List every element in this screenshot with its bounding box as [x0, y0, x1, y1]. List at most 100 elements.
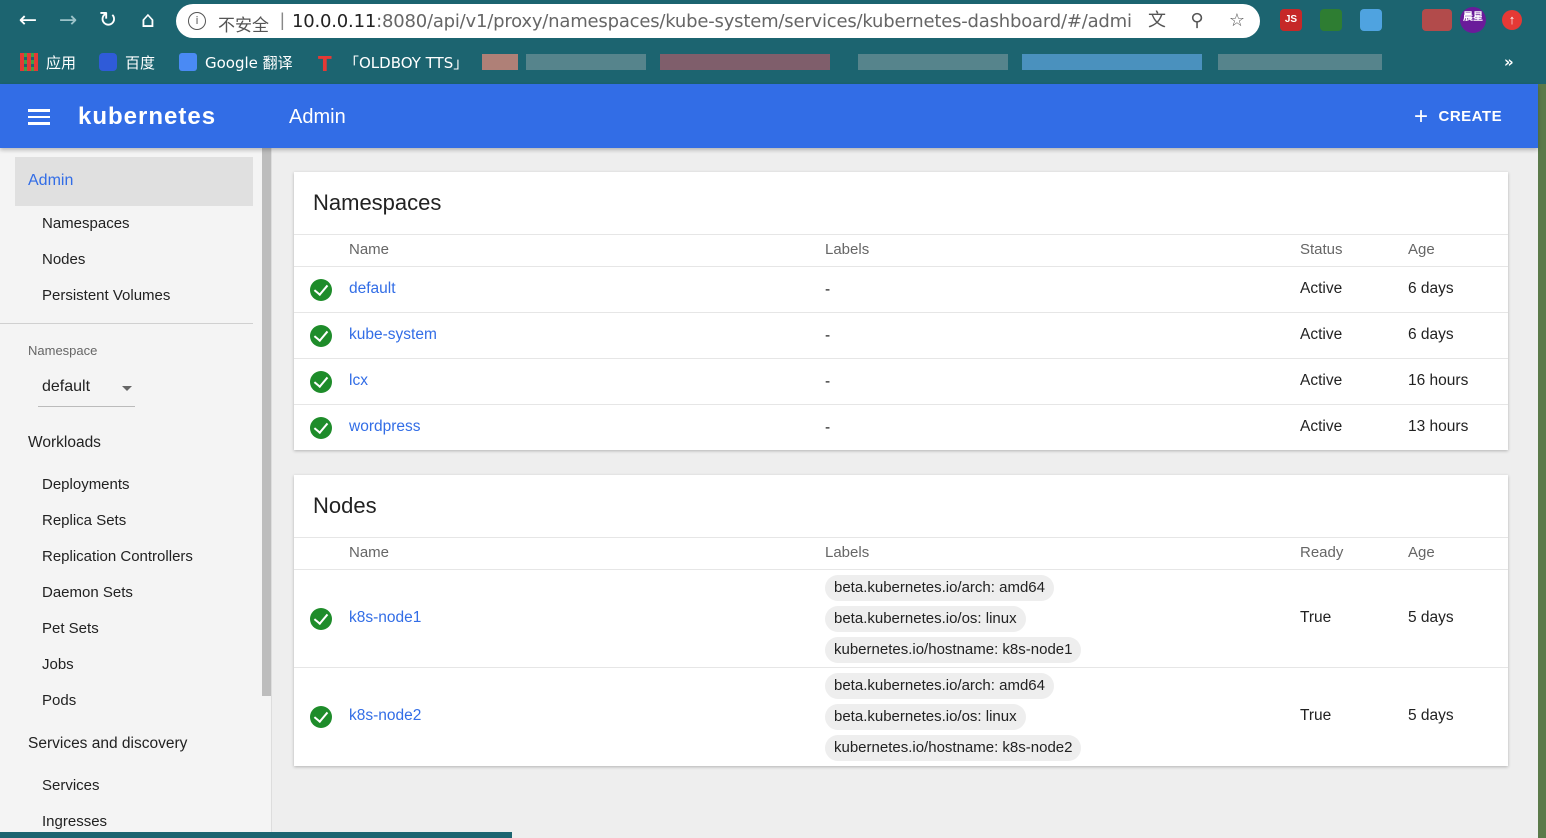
app-bar: kubernetes Admin + CREATE: [0, 84, 1538, 148]
ready-cell: True: [1300, 707, 1332, 724]
google-translate-icon: [179, 53, 197, 71]
security-label: 不安全: [218, 16, 269, 36]
node-link[interactable]: k8s-node2: [349, 707, 421, 725]
sidebar-item-nodes[interactable]: Nodes: [42, 251, 85, 268]
sidebar-item-replication-controllers[interactable]: Replication Controllers: [42, 548, 193, 565]
column-labels: Labels: [825, 544, 870, 561]
status-cell: Active: [1300, 418, 1343, 435]
blurred-bookmark[interactable]: [1218, 54, 1382, 70]
column-ready: Ready: [1300, 544, 1344, 561]
age-cell: 5 days: [1408, 609, 1454, 626]
nodes-title: Nodes: [313, 493, 377, 518]
label-chip: beta.kubernetes.io/os: linux: [825, 704, 1026, 730]
age-cell: 5 days: [1408, 707, 1454, 724]
bookmark-star-icon[interactable]: ☆: [1226, 10, 1248, 32]
extension-icon[interactable]: [1320, 9, 1342, 31]
labels-cell: -: [825, 281, 831, 298]
labels-cell: -: [825, 373, 831, 390]
sidebar-item-namespaces[interactable]: Namespaces: [42, 215, 130, 232]
namespace-link[interactable]: lcx: [349, 372, 368, 390]
address-bar[interactable]: i 不安全 | 10.0.0.11:8080/api/v1/proxy/name…: [176, 4, 1260, 38]
more-bookmarks-icon[interactable]: »: [1504, 52, 1514, 72]
blurred-extension-icon[interactable]: [1422, 9, 1452, 31]
node-link[interactable]: k8s-node1: [349, 609, 421, 627]
ready-cell: True: [1300, 609, 1332, 626]
table-row: k8s-node1 beta.kubernetes.io/arch: amd64…: [294, 570, 1508, 668]
sidebar-head-services[interactable]: Services and discovery: [28, 735, 187, 753]
sidebar-item-replica-sets[interactable]: Replica Sets: [42, 512, 126, 529]
sidebar-scrollbar[interactable]: [262, 148, 271, 696]
table-row: default - Active 6 days: [294, 267, 1508, 313]
label-chip: kubernetes.io/hostname: k8s-node1: [825, 637, 1082, 663]
nodes-card: Nodes Name Labels Ready Age k8s-node1 be…: [294, 475, 1508, 766]
status-check-icon: [310, 417, 332, 439]
bookmark-google-translate[interactable]: Google 翻译: [179, 53, 293, 73]
namespace-select[interactable]: default: [38, 375, 135, 407]
apps-grid-icon: [20, 53, 38, 71]
nodes-header: Name Labels Ready Age: [294, 537, 1508, 570]
column-name: Name: [349, 544, 390, 561]
js-extension-icon[interactable]: JS: [1280, 9, 1302, 31]
column-labels: Labels: [825, 241, 870, 258]
blurred-bookmark[interactable]: [526, 54, 646, 70]
sidebar: Admin Namespaces Nodes Persistent Volume…: [0, 148, 272, 838]
sidebar-item-pet-sets[interactable]: Pet Sets: [42, 620, 99, 637]
labels-cell: -: [825, 327, 831, 344]
status-cell: Active: [1300, 326, 1343, 343]
table-row: kube-system - Active 6 days: [294, 313, 1508, 359]
sidebar-head-workloads[interactable]: Workloads: [28, 434, 101, 452]
translate-icon[interactable]: 文: [1146, 10, 1168, 32]
blurred-bookmark[interactable]: [1022, 54, 1202, 70]
home-icon[interactable]: ⌂: [133, 6, 163, 36]
url-text[interactable]: 10.0.0.11:8080/api/v1/proxy/namespaces/k…: [292, 11, 1132, 32]
namespace-link[interactable]: wordpress: [349, 418, 421, 436]
address-row: ← → ↻ ⌂ i 不安全 | 10.0.0.11:8080/api/v1/pr…: [0, 0, 1546, 42]
status-check-icon: [310, 279, 332, 301]
sidebar-divider: [0, 323, 253, 324]
hamburger-menu-icon[interactable]: [28, 109, 50, 125]
blurred-bookmark[interactable]: [660, 54, 830, 70]
bookmark-baidu[interactable]: 百度: [99, 53, 155, 73]
sidebar-item-admin[interactable]: Admin: [15, 157, 253, 206]
oldboy-icon: T: [318, 52, 332, 76]
namespace-link[interactable]: kube-system: [349, 326, 437, 344]
status-cell: Active: [1300, 372, 1343, 389]
back-arrow-icon[interactable]: ←: [13, 6, 43, 36]
label-chip: beta.kubernetes.io/arch: amd64: [825, 575, 1054, 601]
baidu-icon: [99, 53, 117, 71]
namespaces-title: Namespaces: [313, 190, 442, 215]
bookmark-oldboy[interactable]: T 「OLDBOY TTS」: [318, 52, 468, 76]
sidebar-item-deployments[interactable]: Deployments: [42, 476, 130, 493]
sidebar-item-ingresses[interactable]: Ingresses: [42, 813, 107, 830]
blurred-bookmark[interactable]: [858, 54, 1008, 70]
namespace-label: Namespace: [28, 343, 98, 358]
blurred-bookmark[interactable]: [482, 54, 518, 70]
label-chip: beta.kubernetes.io/os: linux: [825, 606, 1026, 632]
bottom-strip: [0, 832, 512, 838]
status-check-icon: [310, 371, 332, 393]
info-icon[interactable]: i: [188, 12, 206, 30]
namespace-link[interactable]: default: [349, 280, 396, 298]
chevron-down-icon: [122, 386, 132, 391]
sidebar-item-daemon-sets[interactable]: Daemon Sets: [42, 584, 133, 601]
zoom-icon[interactable]: ⚲: [1186, 10, 1208, 32]
age-cell: 6 days: [1408, 280, 1454, 297]
forward-arrow-icon[interactable]: →: [53, 6, 83, 36]
sidebar-item-persistent-volumes[interactable]: Persistent Volumes: [42, 287, 170, 304]
status-check-icon: [310, 706, 332, 728]
profile-avatar[interactable]: 晨星: [1460, 7, 1486, 33]
column-name: Name: [349, 241, 390, 258]
age-cell: 13 hours: [1408, 418, 1469, 435]
sidebar-item-services[interactable]: Services: [42, 777, 100, 794]
sidebar-item-pods[interactable]: Pods: [42, 692, 76, 709]
create-button[interactable]: + CREATE: [1414, 104, 1502, 130]
update-icon[interactable]: ↑: [1502, 10, 1522, 30]
document-extension-icon[interactable]: [1360, 9, 1382, 31]
column-age: Age: [1408, 241, 1435, 258]
sidebar-item-jobs[interactable]: Jobs: [42, 656, 74, 673]
reload-icon[interactable]: ↻: [93, 6, 123, 36]
namespaces-card: Namespaces Name Labels Status Age defaul…: [294, 172, 1508, 450]
bookmark-apps[interactable]: 应用: [20, 53, 76, 73]
brand-logo[interactable]: kubernetes: [78, 103, 216, 131]
label-chip: kubernetes.io/hostname: k8s-node2: [825, 735, 1082, 761]
